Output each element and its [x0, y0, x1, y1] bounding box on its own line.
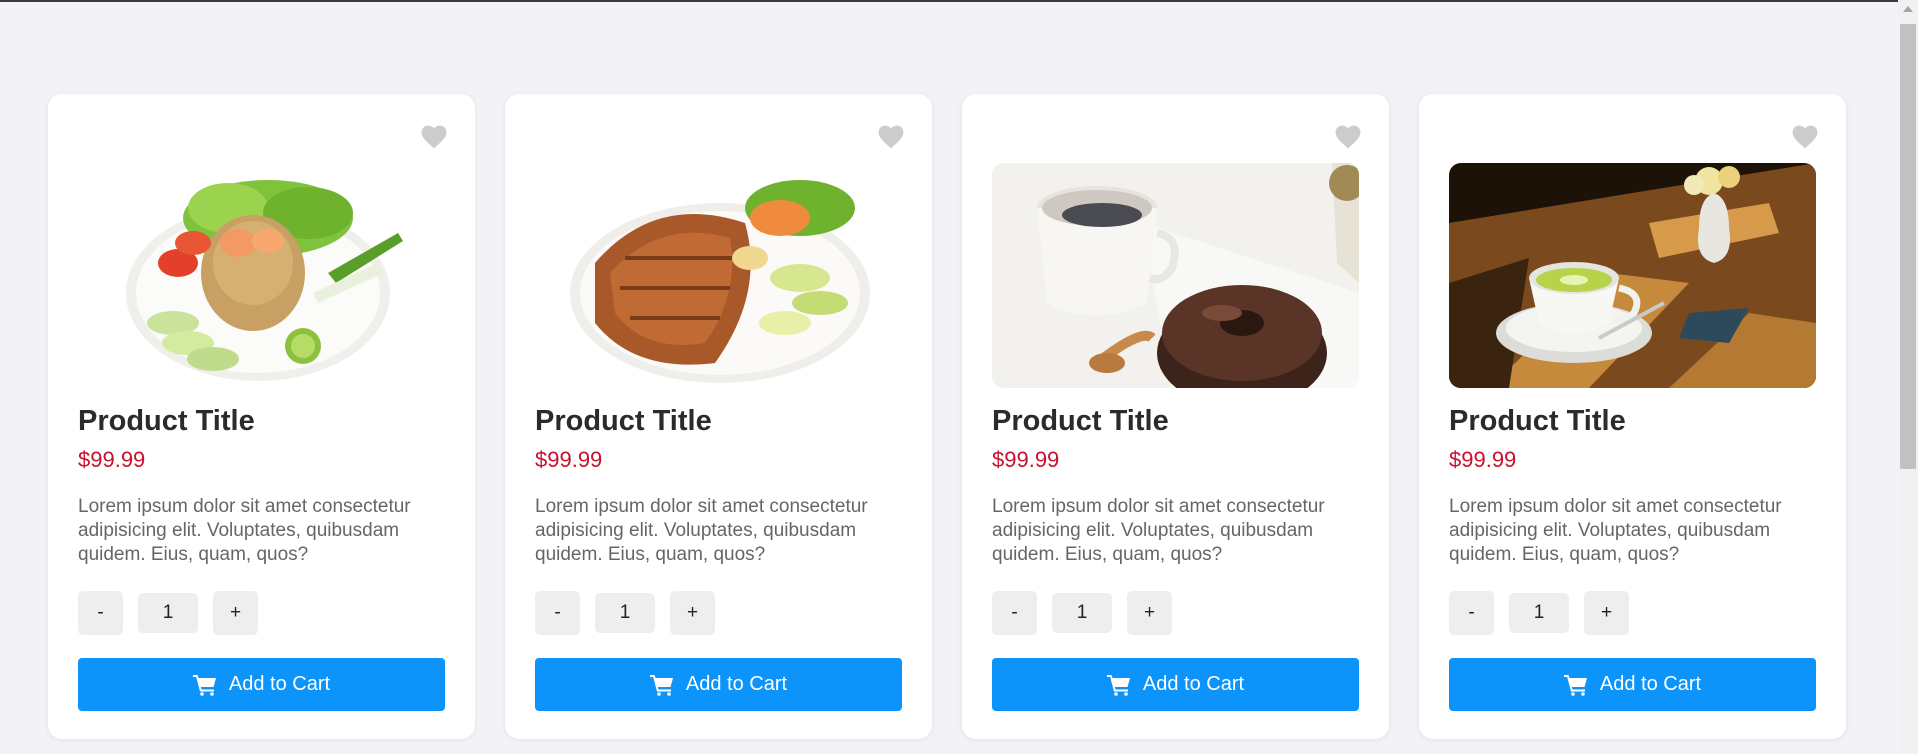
window-top-border — [0, 0, 1898, 2]
scroll-up-arrow-icon[interactable] — [1903, 6, 1913, 12]
cart-icon — [1106, 674, 1130, 696]
cart-icon — [1563, 674, 1587, 696]
product-title: Product Title — [78, 405, 255, 437]
decrease-quantity-button[interactable]: - — [78, 591, 123, 635]
increase-quantity-button[interactable]: + — [670, 591, 715, 635]
quantity-control: - + — [78, 591, 445, 635]
product-price: $99.99 — [992, 447, 1060, 472]
product-card: Product Title $99.99 Lorem ipsum dolor s… — [1419, 94, 1846, 739]
product-image — [78, 163, 445, 388]
product-image — [535, 163, 902, 388]
add-to-cart-button[interactable]: Add to Cart — [535, 658, 902, 711]
product-title: Product Title — [992, 405, 1169, 437]
decrease-quantity-button[interactable]: - — [535, 591, 580, 635]
favorite-button[interactable] — [878, 124, 904, 150]
increase-quantity-button[interactable]: + — [1127, 591, 1172, 635]
product-grid: Product Title $99.99 Lorem ipsum dolor s… — [48, 94, 1846, 739]
quantity-control: - + — [1449, 591, 1816, 635]
heart-icon — [1792, 125, 1818, 149]
heart-icon — [1335, 125, 1361, 149]
add-to-cart-button[interactable]: Add to Cart — [992, 658, 1359, 711]
add-to-cart-label: Add to Cart — [685, 673, 788, 695]
product-image — [992, 163, 1359, 388]
favorite-button[interactable] — [1335, 124, 1361, 150]
add-to-cart-label: Add to Cart — [1142, 673, 1245, 695]
quantity-input[interactable] — [138, 593, 198, 633]
product-card: Product Title $99.99 Lorem ipsum dolor s… — [505, 94, 932, 739]
add-to-cart-label: Add to Cart — [1599, 673, 1702, 695]
quantity-control: - + — [992, 591, 1359, 635]
add-to-cart-button[interactable]: Add to Cart — [78, 658, 445, 711]
cart-icon — [192, 674, 216, 696]
product-title: Product Title — [535, 405, 712, 437]
quantity-input[interactable] — [595, 593, 655, 633]
product-image — [1449, 163, 1816, 388]
vertical-scrollbar[interactable] — [1898, 0, 1918, 754]
scrollbar-thumb[interactable] — [1900, 24, 1916, 469]
product-price: $99.99 — [78, 447, 146, 472]
heart-icon — [878, 125, 904, 149]
quantity-input[interactable] — [1509, 593, 1569, 633]
product-price: $99.99 — [535, 447, 603, 472]
add-to-cart-label: Add to Cart — [228, 673, 331, 695]
favorite-button[interactable] — [421, 124, 447, 150]
decrease-quantity-button[interactable]: - — [992, 591, 1037, 635]
decrease-quantity-button[interactable]: - — [1449, 591, 1494, 635]
product-price: $99.99 — [1449, 447, 1517, 472]
product-description: Lorem ipsum dolor sit amet consectetur a… — [78, 496, 411, 565]
quantity-control: - + — [535, 591, 902, 635]
product-title: Product Title — [1449, 405, 1626, 437]
add-to-cart-button[interactable]: Add to Cart — [1449, 658, 1816, 711]
cart-icon — [649, 674, 673, 696]
quantity-input[interactable] — [1052, 593, 1112, 633]
increase-quantity-button[interactable]: + — [1584, 591, 1629, 635]
product-description: Lorem ipsum dolor sit amet consectetur a… — [1449, 496, 1782, 565]
product-description: Lorem ipsum dolor sit amet consectetur a… — [992, 496, 1325, 565]
heart-icon — [421, 125, 447, 149]
product-card: Product Title $99.99 Lorem ipsum dolor s… — [48, 94, 475, 739]
product-description: Lorem ipsum dolor sit amet consectetur a… — [535, 496, 868, 565]
increase-quantity-button[interactable]: + — [213, 591, 258, 635]
product-card: Product Title $99.99 Lorem ipsum dolor s… — [962, 94, 1389, 739]
favorite-button[interactable] — [1792, 124, 1818, 150]
